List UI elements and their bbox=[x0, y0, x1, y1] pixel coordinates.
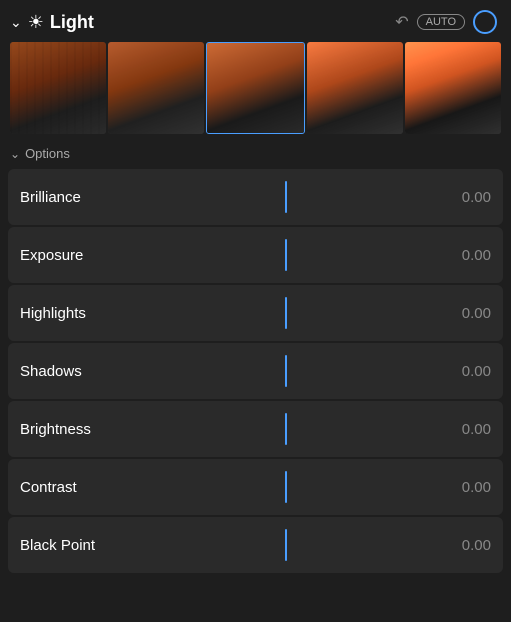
thumbnail-4[interactable] bbox=[307, 42, 403, 134]
collapse-chevron-icon[interactable]: ⌄ bbox=[10, 14, 22, 31]
slider-value-6: 0.00 bbox=[441, 537, 491, 554]
slider-label-6: Black Point bbox=[20, 537, 130, 554]
slider-indicator-5 bbox=[285, 471, 287, 503]
slider-indicator-0 bbox=[285, 181, 287, 213]
header-controls: ↶ AUTO bbox=[395, 10, 497, 34]
slider-track-0[interactable] bbox=[130, 169, 441, 225]
thumbnail-image-1 bbox=[10, 42, 106, 134]
slider-label-3: Shadows bbox=[20, 363, 130, 380]
slider-track-2[interactable] bbox=[130, 285, 441, 341]
thumbnail-image-4 bbox=[307, 42, 403, 134]
slider-value-4: 0.00 bbox=[441, 421, 491, 438]
thumbnail-5[interactable] bbox=[405, 42, 501, 134]
slider-label-0: Brilliance bbox=[20, 189, 130, 206]
auto-button[interactable]: AUTO bbox=[417, 14, 465, 30]
slider-row-black-point[interactable]: Black Point 0.00 bbox=[8, 517, 503, 573]
slider-value-2: 0.00 bbox=[441, 305, 491, 322]
thumbnail-2[interactable] bbox=[108, 42, 204, 134]
thumbnail-image-5 bbox=[405, 42, 501, 134]
display-toggle-button[interactable] bbox=[473, 10, 497, 34]
slider-value-5: 0.00 bbox=[441, 479, 491, 496]
undo-icon[interactable]: ↶ bbox=[395, 12, 408, 32]
light-panel: ⌄ ☀ Light ↶ AUTO bbox=[0, 0, 511, 622]
slider-row-brightness[interactable]: Brightness 0.00 bbox=[8, 401, 503, 457]
slider-track-3[interactable] bbox=[130, 343, 441, 399]
slider-indicator-3 bbox=[285, 355, 287, 387]
thumbnail-image-2 bbox=[108, 42, 204, 134]
slider-indicator-4 bbox=[285, 413, 287, 445]
slider-track-5[interactable] bbox=[130, 459, 441, 515]
thumbnail-1[interactable] bbox=[10, 42, 106, 134]
slider-label-1: Exposure bbox=[20, 247, 130, 264]
thumbnail-3[interactable] bbox=[206, 42, 304, 134]
slider-label-2: Highlights bbox=[20, 305, 130, 322]
thumbnail-image-3 bbox=[207, 43, 303, 133]
slider-row-shadows[interactable]: Shadows 0.00 bbox=[8, 343, 503, 399]
slider-value-0: 0.00 bbox=[441, 189, 491, 206]
options-chevron-icon: ⌄ bbox=[10, 147, 20, 161]
slider-label-5: Contrast bbox=[20, 479, 130, 496]
panel-title: Light bbox=[50, 12, 389, 33]
slider-row-highlights[interactable]: Highlights 0.00 bbox=[8, 285, 503, 341]
slider-indicator-6 bbox=[285, 529, 287, 561]
slider-value-3: 0.00 bbox=[441, 363, 491, 380]
slider-row-contrast[interactable]: Contrast 0.00 bbox=[8, 459, 503, 515]
slider-track-1[interactable] bbox=[130, 227, 441, 283]
slider-row-exposure[interactable]: Exposure 0.00 bbox=[8, 227, 503, 283]
slider-value-1: 0.00 bbox=[441, 247, 491, 264]
slider-indicator-2 bbox=[285, 297, 287, 329]
slider-label-4: Brightness bbox=[20, 421, 130, 438]
options-header[interactable]: ⌄ Options bbox=[0, 142, 511, 169]
options-label: Options bbox=[25, 146, 70, 161]
slider-row-brilliance[interactable]: Brilliance 0.00 bbox=[8, 169, 503, 225]
panel-header: ⌄ ☀ Light ↶ AUTO bbox=[0, 0, 511, 42]
slider-indicator-1 bbox=[285, 239, 287, 271]
sun-icon: ☀ bbox=[28, 12, 44, 33]
slider-track-6[interactable] bbox=[130, 517, 441, 573]
thumbnails-row bbox=[0, 42, 511, 142]
slider-track-4[interactable] bbox=[130, 401, 441, 457]
sliders-list: Brilliance 0.00 Exposure 0.00 Highlights 0.00… bbox=[0, 169, 511, 622]
